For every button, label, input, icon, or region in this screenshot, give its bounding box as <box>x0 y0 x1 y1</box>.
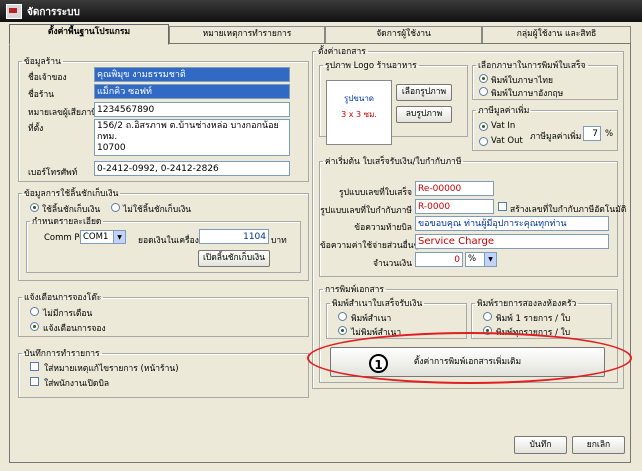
footer-message-input[interactable]: ขอขอบคุณ ท่านผู้มีอุปการะคุณทุกท่าน <box>415 216 609 231</box>
amount-label: จำนวนเงิน <box>372 259 412 269</box>
tab-user-management[interactable]: จัดการผู้ใช้งาน <box>325 26 482 43</box>
logo-preview: รูปขนาด 3 x 3 ซม. <box>326 80 392 145</box>
address-input[interactable]: 156/2 ถ.อิสรภาพ ต.บ้านช่างหล่อ บางกอกน้อ… <box>94 119 290 156</box>
no-alert-label: ไม่มีการเตือน <box>43 309 93 319</box>
store-name-label: ชื่อร้าน <box>28 90 55 100</box>
phone-label: เบอร์โทรศัพท์ <box>28 168 78 178</box>
bill-staff-checkbox[interactable] <box>30 377 39 386</box>
tax-format-input[interactable]: R-0000 <box>415 199 494 214</box>
balance-label: ยอดเงินในเครื่อง <box>138 236 199 246</box>
auto-tax-number-checkbox[interactable] <box>498 202 507 211</box>
owner-input[interactable]: คุณพิมุข งามธรรมชาติ <box>94 67 290 82</box>
no-alert-radio[interactable] <box>30 307 39 316</box>
window-title: จัดการระบบ <box>27 7 80 18</box>
vat-legend: ภาษีมูลค่าเพิ่ม <box>478 106 530 116</box>
tab-panel: ข้อมูลร้าน ชื่อเจ้าของ คุณพิมุข งามธรรมช… <box>9 43 631 463</box>
highlight-ellipse <box>307 332 632 384</box>
tax-format-label: รูปแบบเลขที่ใบกำกับภาษี <box>320 206 412 216</box>
drawer-detail-legend: กำหนดรายละเอียด <box>32 217 102 227</box>
tax-id-label: หมายเลขผู้เสียภาษี <box>28 108 97 118</box>
save-button[interactable]: บันทึก <box>514 436 567 454</box>
receipt-format-input[interactable]: Re-00000 <box>415 181 494 196</box>
vat-percent-label: % <box>605 129 614 139</box>
no-print-copy-radio[interactable] <box>338 326 347 335</box>
vat-in-label: Vat In <box>491 121 516 131</box>
kitchen-print-legend: พิมพ์รายการสองลงห้องครัว <box>477 299 577 309</box>
document-settings-legend: ตั้งค่าเอกสาร <box>318 47 366 57</box>
open-drawer-button[interactable]: เปิดลิ้นชักเก็บเงิน <box>198 250 270 267</box>
document-printing-legend: การพิมพ์เอกสาร <box>325 285 384 295</box>
tab-transaction-notes[interactable]: หมายเหตุการทำรายการ <box>169 26 325 43</box>
vat-out-radio[interactable] <box>479 137 488 146</box>
phone-input[interactable]: 0-2412-0992, 0-2412-2826 <box>94 161 290 176</box>
vat-rate-input[interactable]: 7 <box>583 126 601 141</box>
logo-size-line2: 3 x 3 ซม. <box>341 110 377 119</box>
tax-id-input[interactable]: 1234567890 <box>94 102 290 117</box>
no-drawer-radio[interactable] <box>111 203 120 212</box>
footer-message-label: ข้อความท้ายบิล <box>354 223 412 233</box>
kitchen-single-label: พิมพ์ 1 รายการ / ใบ <box>496 314 571 324</box>
address-label: ที่ตั้ง <box>28 124 44 134</box>
vat-out-label: Vat Out <box>491 136 523 146</box>
print-copy-radio[interactable] <box>338 312 347 321</box>
print-language-legend: เลือกภาษาในการพิมพ์ใบเสร็จ <box>478 61 586 71</box>
amount-unit-select[interactable]: % ▼ <box>465 252 497 267</box>
delete-image-button[interactable]: ลบรูปภาพ <box>396 106 452 123</box>
store-info-legend: ข้อมูลร้าน <box>24 57 61 67</box>
print-english-label: พิมพ์ใบภาษาอังกฤษ <box>491 89 564 99</box>
service-message-label: ข้อความค่าใช้จ่ายส่วนอื่นๆ <box>320 241 419 251</box>
address-line2: 10700 <box>97 143 126 153</box>
app-icon <box>6 4 22 19</box>
chevron-down-icon[interactable]: ▼ <box>113 231 125 243</box>
receipt-copy-legend: พิมพ์สำเนาใบเสร็จรับเงิน <box>332 299 423 309</box>
transaction-log-legend: บันทึกการทำรายการ <box>24 349 100 359</box>
vat-rate-label: ภาษีมูลค่าเพิ่ม <box>530 132 582 142</box>
print-thai-label: พิมพ์ใบภาษาไทย <box>491 76 553 86</box>
balance-unit: บาท <box>271 236 287 246</box>
receipt-defaults-legend: ค่าเริ่มต้น ใบเสร็จรับเงิน/ใบกำกับภาษี <box>325 157 462 167</box>
chevron-down-icon[interactable]: ▼ <box>484 253 496 266</box>
amount-input[interactable]: 0 <box>415 252 463 267</box>
reservation-alert-legend: แจ้งเตือนการจองโต๊ะ <box>24 293 102 303</box>
use-drawer-radio[interactable] <box>30 203 39 212</box>
address-line1: 156/2 ถ.อิสรภาพ ต.บ้านช่างหล่อ บางกอกน้อ… <box>97 121 279 142</box>
print-english-radio[interactable] <box>479 87 488 96</box>
owner-label: ชื่อเจ้าของ <box>28 73 67 83</box>
cash-drawer-legend: ข้อมูลการใช้ลิ้นชักเก็บเงิน <box>24 189 119 199</box>
auto-tax-number-label: สร้างเลขที่ใบกำกับภาษีอัตโนมัติ <box>510 205 627 215</box>
amount-unit-value: % <box>468 254 477 264</box>
select-image-button[interactable]: เลือกรูปภาพ <box>396 84 452 101</box>
edit-note-checkbox[interactable] <box>30 362 39 371</box>
vat-in-radio[interactable] <box>479 122 488 131</box>
store-name-input[interactable]: แม็กคิว ซอฟท์ <box>94 84 290 99</box>
print-thai-radio[interactable] <box>479 74 488 83</box>
comm-port-select[interactable]: COM1 ▼ <box>80 230 126 244</box>
logo-legend: รูปภาพ Logo ร้านอาหาร <box>325 61 417 71</box>
cancel-button[interactable]: ยกเลิก <box>572 436 625 454</box>
tab-user-groups[interactable]: กลุ่มผู้ใช้งาน และสิทธิ <box>482 26 631 43</box>
edit-note-label: ใส่หมายเหตุแก้ไขรายการ (หน้าร้าน) <box>44 364 179 374</box>
kitchen-single-radio[interactable] <box>483 312 492 321</box>
bill-staff-label: ใส่พนักงานเปิดบิล <box>44 379 110 389</box>
title-bar: จัดการระบบ <box>0 0 642 22</box>
balance-input[interactable]: 1104 <box>199 229 269 244</box>
service-message-input[interactable]: Service Charge <box>415 234 609 249</box>
print-copy-label: พิมพ์สำเนา <box>351 314 392 324</box>
alert-reservation-radio[interactable] <box>30 322 39 331</box>
callout-number-badge: 1 <box>369 354 388 373</box>
receipt-format-label: รูปแบบเลขที่ใบเสร็จ <box>339 188 412 198</box>
alert-reservation-label: แจ้งเตือนการจอง <box>43 324 106 334</box>
comm-port-value: COM1 <box>83 232 109 242</box>
logo-size-line1: รูปขนาด <box>344 94 374 103</box>
tab-basic-settings[interactable]: ตั้งค่าพื้นฐานโปรแกรม <box>9 24 169 45</box>
